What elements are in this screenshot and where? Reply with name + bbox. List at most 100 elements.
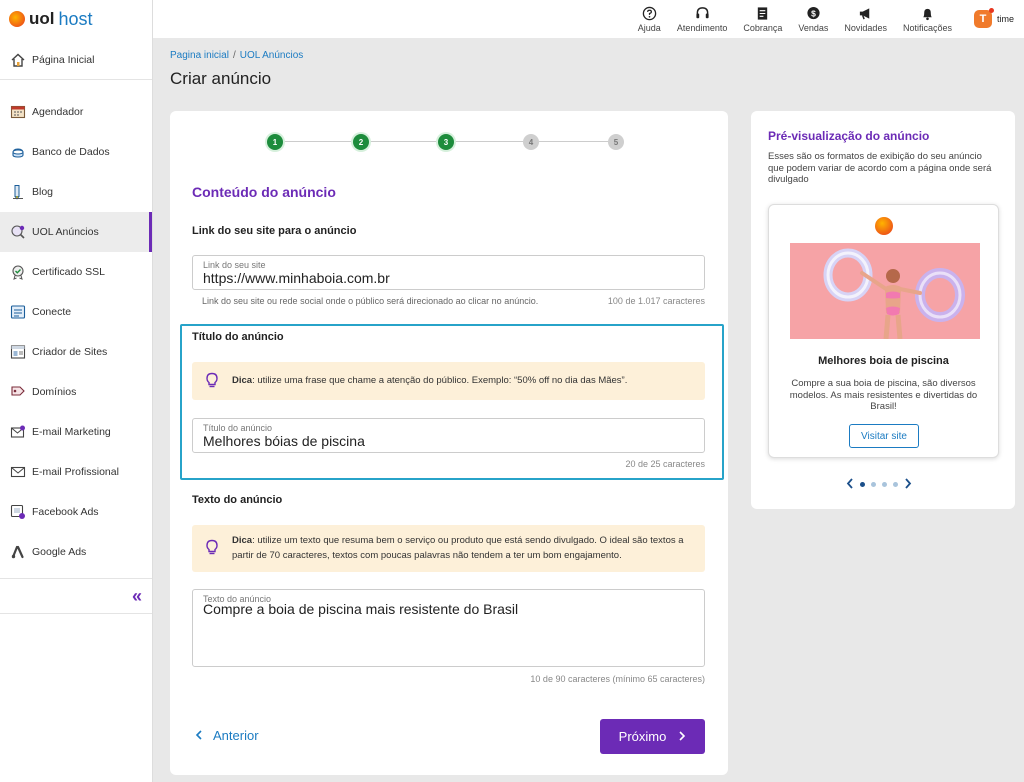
svg-text:$: $ [811,8,816,18]
create-ad-card: 1 2 3 4 5 Conteúdo do anúncio Link do se… [170,111,728,775]
page-title: Criar anúncio [170,69,272,88]
topbar-label: Ajuda [637,22,661,33]
carousel-next-icon[interactable] [904,476,912,492]
sidebar-item-label: Banco de Dados [32,146,110,158]
sidebar-item-blog[interactable]: Blog [0,172,152,212]
logo-host-text: host [58,8,93,29]
site-builder-icon [9,344,26,361]
topbar-atendimento[interactable]: Atendimento [677,0,727,38]
visit-site-button[interactable]: Visitar site [849,424,919,448]
carousel-dot[interactable] [893,481,898,487]
stepper: 1 2 3 4 5 [267,134,624,150]
stepper-line [369,141,438,142]
stepper-line [454,141,523,142]
carousel-dot[interactable] [860,481,865,487]
sidebar-item-conecte[interactable]: Conecte [0,292,152,332]
previous-label: Anterior [213,728,259,743]
help-icon [641,6,657,22]
sidebar-item-pagina-inicial[interactable]: Página Inicial [0,40,152,80]
blog-icon [9,184,26,201]
link-field[interactable]: Link do seu site https://www.minhaboia.c… [192,255,705,290]
sidebar-item-email-marketing[interactable]: E-mail Marketing [0,412,152,452]
step-2[interactable]: 2 [353,134,369,150]
sidebar-item-label: Blog [32,186,54,198]
sidebar-item-uol-anuncios[interactable]: UOL Anúncios [0,212,152,252]
step-3[interactable]: 3 [438,134,454,150]
text-tip-text: Dica: utilize um texto que resuma bem o … [232,533,685,563]
sidebar-item-banco-de-dados[interactable]: Banco de Dados [0,132,152,172]
uol-logo-icon [875,217,893,235]
carousel-prev-icon[interactable] [846,476,854,492]
text-field[interactable]: Texto do anúncio Compre a boia de piscin… [192,589,705,667]
link-field-value: https://www.minhaboia.com.br [203,270,390,286]
step-1[interactable]: 1 [267,134,283,150]
uol-logo-icon [9,11,25,27]
topbar-ajuda[interactable]: Ajuda [638,0,661,38]
link-counter: 100 de 1.017 caracteres [607,296,705,306]
sidebar-item-label: Domínios [32,386,77,398]
sidebar-item-label: UOL Anúncios [32,226,99,238]
tip-body: : utilize um texto que resuma bem o serv… [232,535,684,561]
chevron-right-icon [678,729,686,744]
preview-subtitle: Esses são os formatos de exibição do seu… [768,151,992,185]
domain-icon [9,384,26,401]
title-label: Título do anúncio [192,331,284,343]
sidebar-item-agendador[interactable]: Agendador [0,92,152,132]
topbar: Ajuda Atendimento Cobrança $ Vendas Novi… [153,0,1024,38]
title-field-label: Título do anúncio [203,423,273,433]
carousel-dot[interactable] [882,481,887,487]
sidebar-item-label: Facebook Ads [32,506,99,518]
next-label: Próximo [618,729,667,744]
text-tip: Dica: utilize um texto que resuma bem o … [192,525,705,572]
breadcrumb-current[interactable]: UOL Anúncios [240,50,304,61]
double-chevron-left-icon: « [131,585,142,606]
step-4: 4 [523,134,539,150]
home-icon [9,51,26,68]
sidebar-item-facebook-ads[interactable]: Facebook Ads [0,492,152,532]
headset-icon [694,6,710,22]
text-counter: 10 de 90 caracteres (mínimo 65 caractere… [530,674,705,684]
sidebar-collapse-button[interactable]: « [0,578,152,614]
email-marketing-icon [9,424,26,441]
title-field-value: Melhores bóias de piscina [203,433,365,449]
ad-preview-card: Melhores boia de piscina Compre a sua bo… [768,204,999,458]
sidebar: uol host Página Inicial Agendador Banco … [0,0,153,782]
next-button[interactable]: Próximo [600,719,705,754]
preview-carousel [846,476,912,492]
sidebar-item-dominios[interactable]: Domínios [0,372,152,412]
ad-description: Compre a sua boia de piscina, são divers… [789,378,978,412]
title-tip-text: Dica: utilize uma frase que chame a aten… [232,373,685,388]
topbar-vendas[interactable]: $ Vendas [798,0,828,38]
avatar: T [973,8,994,28]
carousel-dot[interactable] [871,481,876,487]
topbar-novidades[interactable]: Novidades [844,0,887,38]
sidebar-item-label: Google Ads [32,546,87,558]
breadcrumb: Pagina inicial / UOL Anúncios [170,50,303,61]
sidebar-item-label: Criador de Sites [32,346,108,358]
chevron-left-icon [195,728,203,743]
uol-host-logo[interactable]: uol host [0,0,152,38]
sidebar-item-certificado-ssl[interactable]: Certificado SSL [0,252,152,292]
sidebar-item-label: Página Inicial [32,53,95,66]
breadcrumb-home[interactable]: Pagina inicial [170,50,229,61]
email-icon [9,464,26,481]
sidebar-item-criador-de-sites[interactable]: Criador de Sites [0,332,152,372]
tip-bold: Dica [232,375,253,386]
topbar-label: Vendas [798,22,829,33]
facebook-ads-icon [9,504,26,521]
sales-icon: $ [805,6,821,22]
preview-title: Pré-visualização do anúncio [768,129,930,143]
logo-uol-text: uol [29,9,55,28]
topbar-notificacoes[interactable]: Notificações [903,0,952,38]
sidebar-nav: Página Inicial Agendador Banco de Dados … [0,40,152,614]
connect-icon [9,304,26,321]
ad-preview-panel: Pré-visualização do anúncio Esses são os… [751,111,1015,509]
user-menu[interactable]: T time [973,8,1014,28]
previous-button[interactable]: Anterior [195,728,259,743]
topbar-cobranca[interactable]: Cobrança [743,0,782,38]
sidebar-item-google-ads[interactable]: Google Ads [0,532,152,572]
ad-image [790,243,980,339]
title-field[interactable]: Título do anúncio Melhores bóias de pisc… [192,418,705,453]
breadcrumb-separator: / [232,50,236,61]
sidebar-item-email-profissional[interactable]: E-mail Profissional [0,452,152,492]
